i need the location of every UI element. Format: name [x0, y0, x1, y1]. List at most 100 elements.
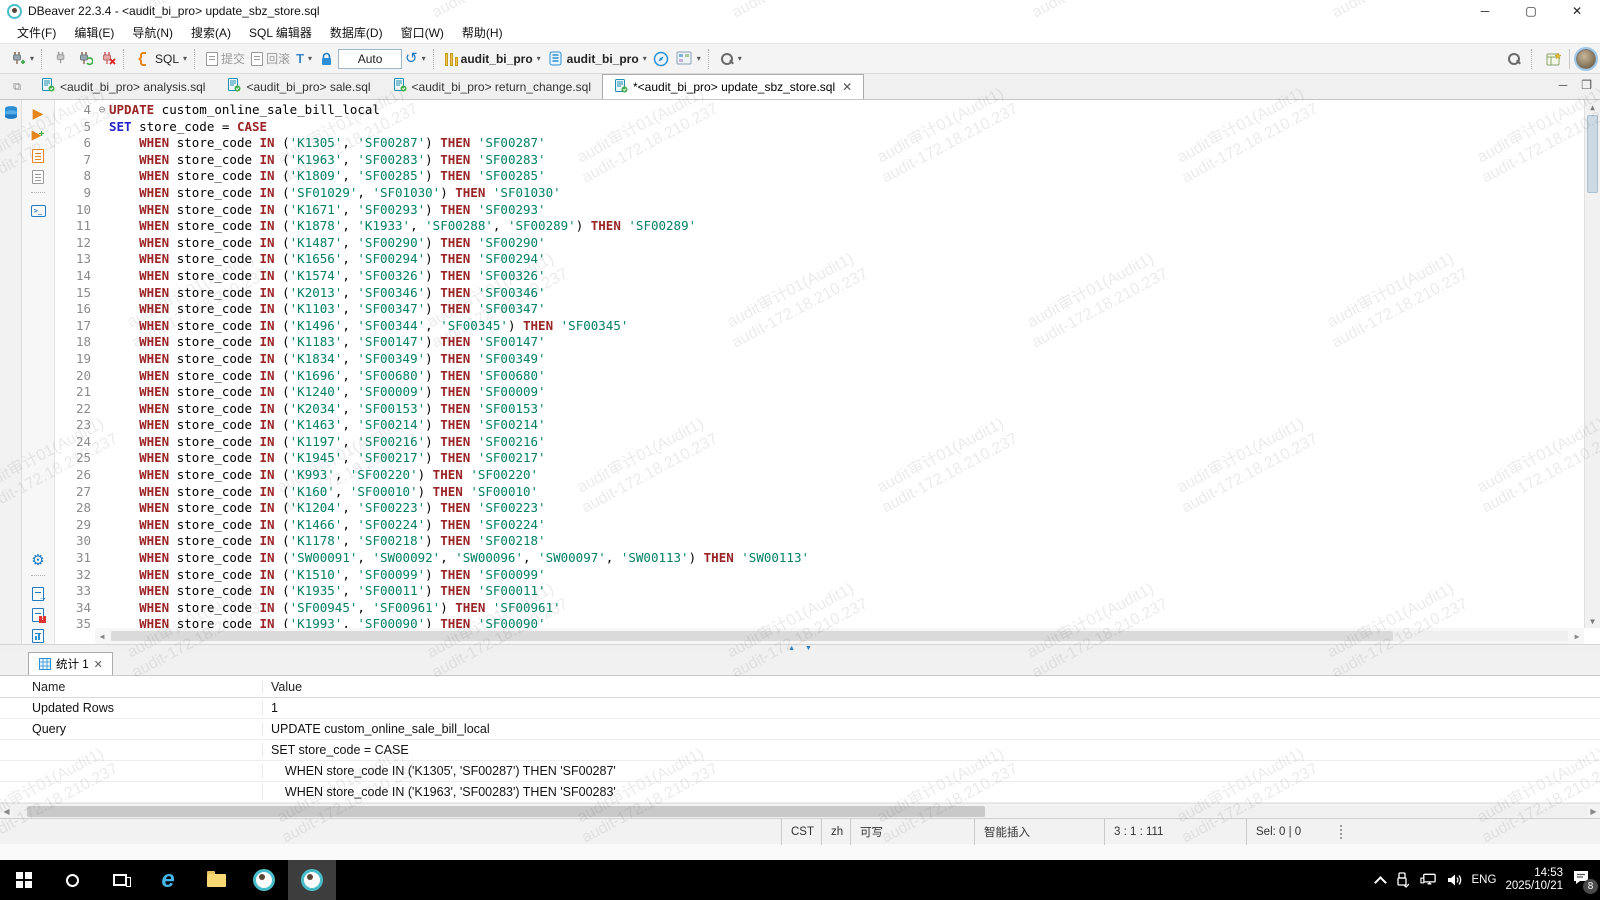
tab-sale[interactable]: <audit_bi_pro> sale.sql [216, 74, 381, 99]
commit-button[interactable]: 提交 [203, 47, 248, 70]
statistics-doc-icon[interactable] [30, 627, 47, 644]
dbeaver-perspective-avatar[interactable] [1576, 49, 1596, 69]
code-line[interactable]: 14 WHEN store_code IN ('K1574', 'SF00326… [55, 268, 1584, 285]
internet-explorer-button[interactable]: e [144, 860, 192, 900]
code-line[interactable]: 25 WHEN store_code IN ('K1945', 'SF00217… [55, 450, 1584, 467]
editor-vertical-scrollbar[interactable]: ▲ ▼ [1584, 100, 1600, 628]
panel-sash[interactable]: ▲ ▼ [0, 644, 1600, 652]
close-icon[interactable]: ✕ [842, 80, 852, 94]
code-line[interactable]: 13 WHEN store_code IN ('K1656', 'SF00294… [55, 251, 1584, 268]
code-line[interactable]: 15 WHEN store_code IN ('K2013', 'SF00346… [55, 285, 1584, 302]
scrollbar-thumb[interactable] [111, 631, 1393, 641]
scroll-right-icon[interactable]: ▶ [1570, 632, 1584, 641]
code-line[interactable]: 33 WHEN store_code IN ('K1935', 'SF00011… [55, 583, 1584, 600]
close-icon[interactable]: ✕ [94, 658, 103, 671]
table-row[interactable]: WHEN store_code IN ('K1963', 'SF00283') … [0, 782, 1600, 803]
scroll-down-icon[interactable]: ▼ [1585, 614, 1600, 628]
reconnect-button[interactable] [73, 47, 96, 70]
table-row[interactable]: Updated Rows1 [0, 698, 1600, 719]
tab-update-sbz-store[interactable]: *<audit_bi_pro> update_sbz_store.sql✕ [602, 74, 864, 99]
transaction-mode-button[interactable]: T ▾ [293, 48, 315, 69]
column-header-value[interactable]: Value [262, 680, 1600, 694]
close-button[interactable]: ✕ [1554, 0, 1600, 22]
code-line[interactable]: 17 WHEN store_code IN ('K1496', 'SF00344… [55, 318, 1584, 335]
menu-item-help[interactable]: 帮助(H) [453, 22, 512, 43]
code-line[interactable]: 6 WHEN store_code IN ('K1305', 'SF00287'… [55, 135, 1584, 152]
sql-editor-button[interactable]: SQL ▾ [132, 47, 190, 70]
sash-down-icon[interactable]: ▼ [805, 646, 812, 652]
scroll-up-icon[interactable]: ▲ [1585, 100, 1600, 114]
status-encoding[interactable]: CST [781, 819, 821, 845]
fold-marker-icon[interactable]: ⊖ [95, 102, 109, 119]
start-button[interactable] [0, 860, 48, 900]
code-line[interactable]: 10 WHEN store_code IN ('K1671', 'SF00293… [55, 202, 1584, 219]
menu-item-sql-editor[interactable]: SQL 编辑器 [240, 22, 321, 43]
tray-chevron-icon[interactable] [1374, 876, 1387, 889]
status-writable[interactable]: 可写 [850, 819, 974, 845]
execute-statement-icon[interactable]: ▶ [30, 105, 47, 122]
code-line[interactable]: 26 WHEN store_code IN ('K993', 'SF00220'… [55, 467, 1584, 484]
editor-horizontal-scrollbar[interactable]: ◀ ▶ [95, 628, 1584, 644]
rollback-button[interactable]: 回滚 [248, 47, 293, 70]
network-icon[interactable] [1420, 872, 1437, 889]
dbeaver-taskbar-button[interactable] [240, 860, 288, 900]
execute-new-tab-icon[interactable]: ▶+ [30, 126, 47, 143]
file-explorer-button[interactable] [192, 860, 240, 900]
tab-analysis[interactable]: <audit_bi_pro> analysis.sql [30, 74, 216, 99]
table-row[interactable]: SET store_code = CASE [0, 740, 1600, 761]
error-log-icon[interactable]: ! [30, 606, 47, 623]
taskbar-search-button[interactable] [48, 860, 96, 900]
disconnect-button[interactable] [96, 47, 119, 70]
export-result-icon[interactable]: → [30, 585, 47, 602]
code-line[interactable]: 21 WHEN store_code IN ('K1240', 'SF00009… [55, 384, 1584, 401]
speaker-icon[interactable] [1446, 872, 1463, 889]
schema-selector[interactable]: audit_bi_pro ▾ [544, 47, 650, 70]
code-line[interactable]: 20 WHEN store_code IN ('K1696', 'SF00680… [55, 368, 1584, 385]
code-line[interactable]: 4⊖UPDATE custom_online_sale_bill_local [55, 102, 1584, 119]
connect-button[interactable] [50, 47, 73, 70]
menu-item-database[interactable]: 数据库(D) [321, 22, 392, 43]
scrollbar-thumb[interactable] [27, 806, 985, 817]
dbeaver-taskbar-button-active[interactable] [288, 860, 336, 900]
table-row[interactable]: WHEN store_code IN ('K1305', 'SF00287') … [0, 761, 1600, 782]
sql-code-editor[interactable]: 4⊖UPDATE custom_online_sale_bill_local5S… [55, 100, 1600, 644]
code-line[interactable]: 12 WHEN store_code IN ('K1487', 'SF00290… [55, 235, 1584, 252]
minimize-button[interactable]: ─ [1462, 0, 1508, 22]
task-view-button[interactable] [96, 860, 144, 900]
status-caret-position[interactable]: 3 : 1 : 111 [1104, 819, 1246, 845]
code-line[interactable]: 8 WHEN store_code IN ('K1809', 'SF00285'… [55, 168, 1584, 185]
code-line[interactable]: 24 WHEN store_code IN ('K1197', 'SF00216… [55, 434, 1584, 451]
status-selection[interactable]: Sel: 0 | 0 [1246, 819, 1332, 845]
code-line[interactable]: 29 WHEN store_code IN ('K1466', 'SF00224… [55, 517, 1584, 534]
scroll-left-icon[interactable]: ◀ [95, 632, 109, 641]
status-insert-mode[interactable]: 智能插入 [974, 819, 1104, 845]
restore-panel-icon[interactable]: ⧉ [4, 75, 30, 99]
code-line[interactable]: 22 WHEN store_code IN ('K2034', 'SF00153… [55, 401, 1584, 418]
database-selector[interactable]: audit_bi_pro ▾ [442, 49, 544, 69]
code-line[interactable]: 7 WHEN store_code IN ('K1963', 'SF00283'… [55, 152, 1584, 169]
new-connection-button[interactable]: ▾ [6, 47, 37, 70]
column-header-name[interactable]: Name [0, 680, 262, 694]
table-row[interactable]: QueryUPDATE custom_online_sale_bill_loca… [0, 719, 1600, 740]
status-bar-grip[interactable] [1340, 825, 1348, 839]
open-perspective-icon[interactable] [1546, 51, 1563, 68]
status-language[interactable]: zh [821, 819, 850, 845]
database-navigator-icon[interactable] [2, 104, 19, 121]
input-language-indicator[interactable]: ENG [1472, 874, 1497, 886]
usb-icon[interactable] [1394, 872, 1411, 889]
transaction-log-button[interactable]: ↺ ▾ [402, 48, 429, 69]
results-horizontal-scrollbar[interactable]: ◀ ▶ [0, 803, 1600, 818]
code-line[interactable]: 16 WHEN store_code IN ('K1103', 'SF00347… [55, 301, 1584, 318]
tab-statistics[interactable]: 统计 1 ✕ [28, 652, 113, 675]
minimize-editor-icon[interactable]: ─ [1559, 78, 1568, 92]
code-line[interactable]: 35 WHEN store_code IN ('K1993', 'SF00090… [55, 616, 1584, 628]
execute-script-icon[interactable] [30, 147, 47, 164]
code-line[interactable]: 18 WHEN store_code IN ('K1183', 'SF00147… [55, 334, 1584, 351]
tab-return-change[interactable]: <audit_bi_pro> return_change.sql [382, 74, 602, 99]
code-line[interactable]: 31 WHEN store_code IN ('SW00091', 'SW000… [55, 550, 1584, 567]
autocommit-combo[interactable]: Auto [338, 49, 402, 69]
action-center-button[interactable]: 8 [1572, 869, 1594, 891]
open-terminal-icon[interactable]: >_ [30, 202, 47, 219]
scroll-left-icon[interactable]: ◀ [0, 807, 13, 816]
code-line[interactable]: 34 WHEN store_code IN ('SF00945', 'SF009… [55, 600, 1584, 617]
